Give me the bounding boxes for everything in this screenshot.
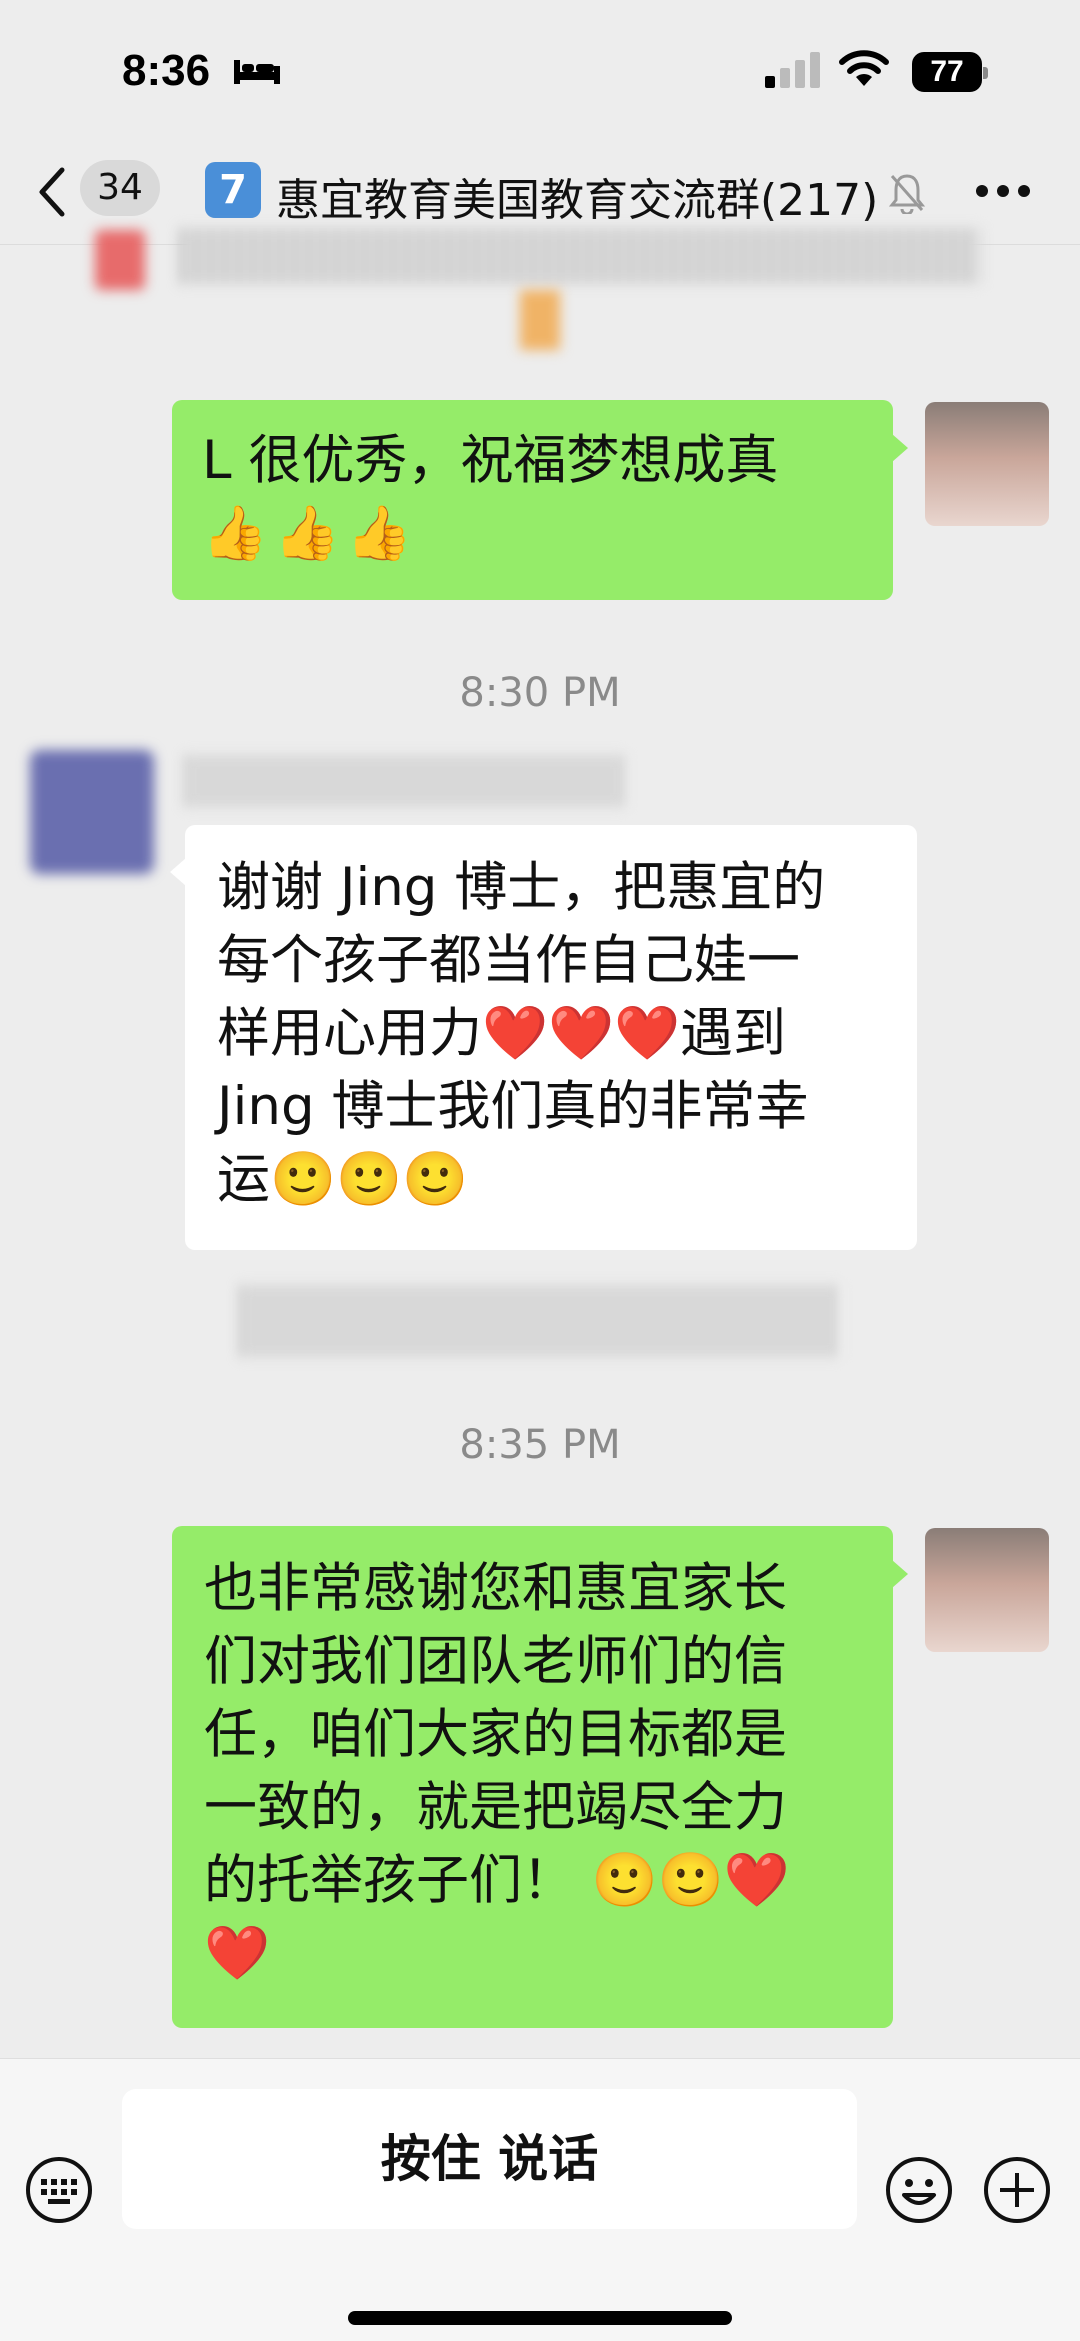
sleep-focus-icon — [234, 60, 280, 84]
bell-slash-icon — [888, 174, 926, 214]
blurred-message — [520, 290, 560, 350]
avatar[interactable] — [925, 402, 1049, 526]
avatar[interactable] — [925, 1528, 1049, 1652]
message-line: ❤️ — [204, 1923, 270, 1984]
message-text: L 很优秀，祝福梦想成真 — [202, 430, 779, 491]
message-timestamp: 8:30 PM — [459, 670, 621, 716]
message-line: 任，咱们大家的目标都是 — [204, 1704, 787, 1765]
home-indicator — [348, 2311, 732, 2325]
blurred-message — [180, 228, 980, 284]
message-line: 谢谢 Jing 博士，把惠宜的 — [217, 857, 826, 918]
message-line: 一致的，就是把竭尽全力 — [204, 1777, 787, 1838]
status-bar: 8:36 77 — [0, 0, 1080, 140]
group-number-badge: 7 — [205, 162, 261, 218]
unread-count-badge[interactable]: 34 — [80, 160, 160, 216]
cellular-signal-icon — [765, 52, 820, 88]
blurred-message — [95, 230, 145, 290]
input-bar: 按住 说话 — [0, 2058, 1080, 2341]
emoji-icon[interactable] — [884, 2155, 954, 2225]
message-line: Jing 博士我们真的非常幸 — [217, 1076, 809, 1137]
ellipsis-icon[interactable] — [975, 184, 1031, 198]
plus-icon[interactable] — [982, 2155, 1052, 2225]
sender-name — [185, 755, 625, 807]
message-line: 样用心用力❤️❤️❤️遇到 — [217, 1003, 786, 1064]
message-bubble-received[interactable]: 谢谢 Jing 博士，把惠宜的 每个孩子都当作自己娃一 样用心用力❤️❤️❤️遇… — [185, 825, 917, 1250]
message-line: 的托举孩子们！ 🙂🙂❤️ — [204, 1850, 790, 1911]
wifi-icon — [839, 50, 889, 86]
status-time: 8:36 — [122, 46, 211, 95]
back-chevron-icon[interactable] — [34, 164, 70, 220]
bubble-tail — [892, 434, 908, 462]
bubble-tail — [170, 858, 186, 886]
message-line: 运🙂🙂🙂 — [217, 1149, 468, 1210]
blurred-quote — [240, 1285, 840, 1357]
message-line: 每个孩子都当作自己娃一 — [217, 930, 800, 991]
hold-to-talk-button[interactable]: 按住 说话 — [122, 2089, 857, 2229]
avatar[interactable] — [30, 750, 154, 874]
message-bubble-sent[interactable]: 也非常感谢您和惠宜家长 们对我们团队老师们的信 任，咱们大家的目标都是 一致的，… — [172, 1526, 893, 2028]
bubble-tail — [892, 1560, 908, 1588]
keyboard-icon[interactable] — [24, 2155, 94, 2225]
battery-indicator: 77 — [912, 52, 988, 92]
message-bubble-sent[interactable]: L 很优秀，祝福梦想成真 👍👍👍 — [172, 400, 893, 600]
message-line: 也非常感谢您和惠宜家长 — [204, 1558, 787, 1619]
message-line: 们对我们团队老师们的信 — [204, 1631, 787, 1692]
chat-title[interactable]: 惠宜教育美国教育交流群(217) — [276, 164, 896, 228]
message-timestamp: 8:35 PM — [459, 1422, 621, 1468]
message-emoji: 👍👍👍 — [202, 503, 418, 564]
